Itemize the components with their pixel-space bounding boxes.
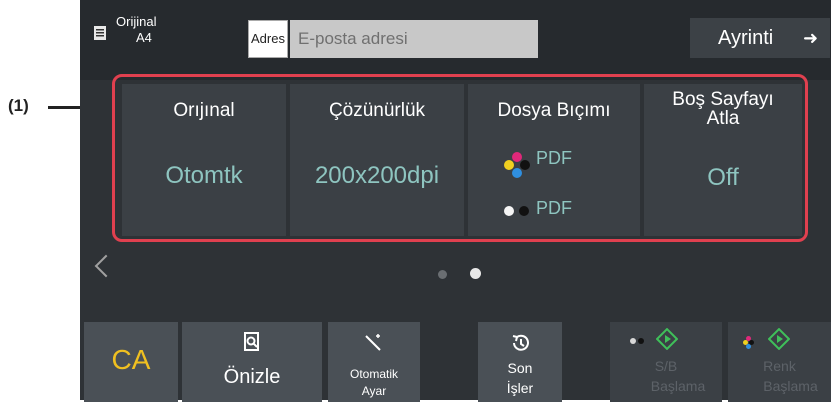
setting-value: Otomtk [165, 162, 243, 189]
top-bar: Orijinal A4 Adres E-posta adresi Ayrinti… [80, 0, 831, 80]
preview-label: Önizle [223, 366, 281, 388]
setting-title: Boş Sayfayı Atla [644, 90, 802, 128]
detail-button[interactable]: Ayrinti ➜ [690, 18, 830, 58]
email-address-field[interactable]: E-posta adresi [290, 20, 538, 58]
auto-set-button[interactable]: Otomatik Ayar [328, 322, 420, 402]
setting-title: Çözünürlük [328, 100, 426, 121]
address-button[interactable]: Adres [248, 20, 288, 58]
setting-title: Dosya Bıçımı [497, 100, 611, 121]
magic-wand-icon [365, 334, 381, 351]
recent-jobs-button[interactable]: Son İşler [478, 322, 562, 402]
callout-label: (1) [8, 96, 29, 115]
auto-set-line2: Ayar [361, 384, 387, 398]
history-icon [512, 334, 529, 351]
setting-title-line2: Atla [706, 108, 740, 129]
start-icon [768, 328, 790, 350]
original-label: Orijinal [116, 14, 157, 29]
auto-set-line1: Otomatik [349, 367, 398, 381]
document-icon [94, 26, 106, 40]
page-dot-1[interactable] [438, 270, 447, 279]
setting-original[interactable]: Orıjınal Otomtk [122, 84, 286, 236]
ca-label: CA [111, 344, 151, 375]
setting-skip-blank[interactable]: Boş Sayfayı Atla Off [644, 84, 802, 236]
preview-icon [244, 332, 259, 351]
color-start-button[interactable]: Renk Başlama [728, 322, 831, 402]
setting-value: Off [707, 164, 739, 191]
detail-label: Ayrinti [718, 27, 774, 49]
setting-file-format[interactable]: Dosya Bıçımı PDF PDF [468, 84, 640, 236]
bw-start-line2: Başlama [650, 378, 706, 394]
setting-title: Orıjınal [173, 100, 235, 121]
bw-start-line1: S/B [654, 358, 678, 374]
setting-title-line1: Boş Sayfayı [672, 89, 774, 110]
color-format-value: PDF [536, 148, 572, 168]
bw-start-button[interactable]: S/B Başlama [610, 322, 722, 402]
bw-format-value: PDF [536, 198, 572, 218]
color-start-line2: Başlama [763, 378, 818, 394]
arrow-right-icon: ➜ [803, 28, 819, 48]
paper-size: A4 [136, 30, 152, 45]
chevron-left-icon[interactable] [94, 254, 118, 278]
preview-button[interactable]: Önizle [182, 322, 322, 402]
recent-jobs-line1: Son [507, 360, 533, 376]
page-dot-2[interactable] [470, 268, 481, 279]
setting-resolution[interactable]: Çözünürlük 200x200dpi [290, 84, 464, 236]
color-start-line1: Renk [763, 358, 796, 374]
setting-value: 200x200dpi [314, 162, 440, 189]
start-icon [656, 328, 678, 350]
ca-button[interactable]: CA [84, 322, 178, 402]
recent-jobs-line2: İşler [506, 380, 534, 396]
scanner-panel: Orijinal A4 Adres E-posta adresi Ayrinti… [80, 0, 831, 402]
